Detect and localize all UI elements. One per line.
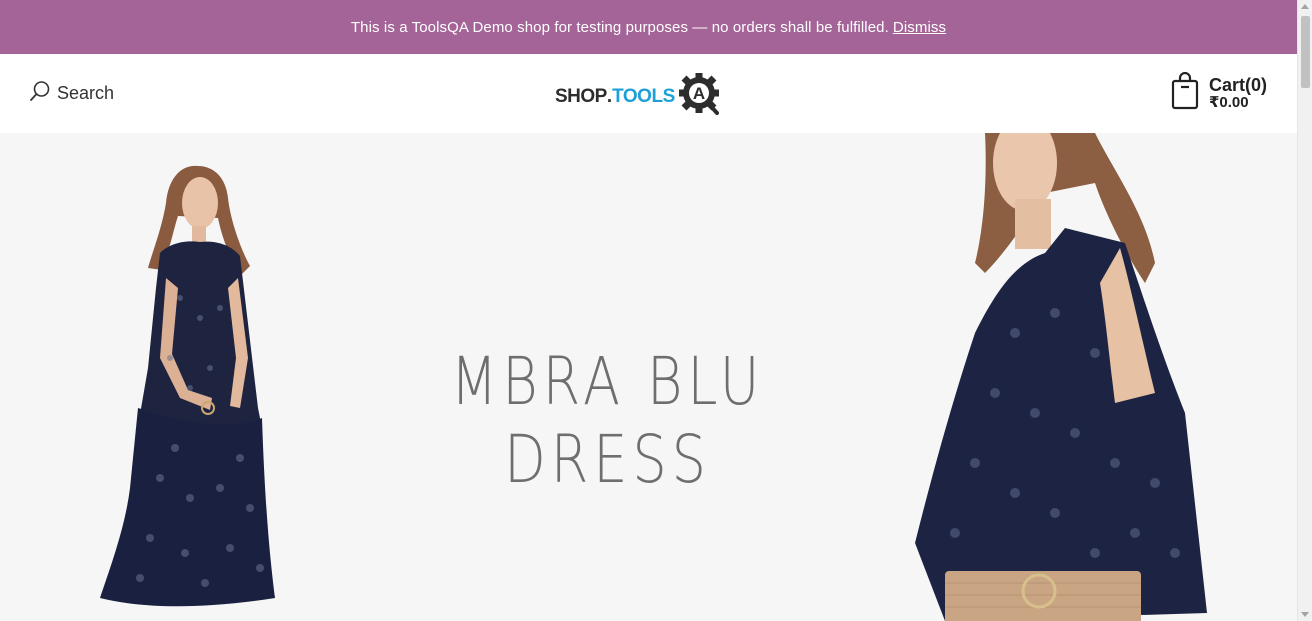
scrollbar-thumb[interactable] (1301, 16, 1310, 88)
logo-text-shop: SHOP (555, 85, 607, 107)
page-scrollbar[interactable] (1297, 0, 1312, 621)
scroll-down-icon[interactable] (1301, 612, 1309, 617)
site-header: Search SHOP. TOOLS A Cart(0) ₹0.00 (0, 54, 1297, 133)
logo-gear-letter: A (693, 84, 705, 103)
shopping-bag-icon (1171, 71, 1209, 115)
cart-count: Cart(0) (1208, 75, 1267, 96)
store-notice-message: This is a ToolsQA Demo shop for testing … (350, 18, 889, 36)
site-logo[interactable]: SHOP. TOOLS A (555, 72, 723, 121)
store-notice: This is a ToolsQA Demo shop for testing … (0, 0, 1297, 54)
model-image-right (915, 133, 1207, 621)
cart-link[interactable]: Cart(0) ₹0.00 (1171, 71, 1267, 115)
cart-total: ₹0.00 (1208, 94, 1249, 112)
gear-icon: A (675, 72, 723, 121)
logo-text-tools: TOOLS (612, 85, 675, 107)
search-label: Search (57, 83, 115, 103)
scroll-up-icon[interactable] (1301, 4, 1309, 9)
search-toggle[interactable]: Search (29, 80, 114, 107)
cart-summary: Cart(0) ₹0.00 (1209, 76, 1267, 111)
hero-banner[interactable]: MBRA BLU DRESS (0, 133, 1297, 621)
search-icon (29, 80, 57, 107)
dismiss-link[interactable]: Dismiss (893, 19, 946, 36)
